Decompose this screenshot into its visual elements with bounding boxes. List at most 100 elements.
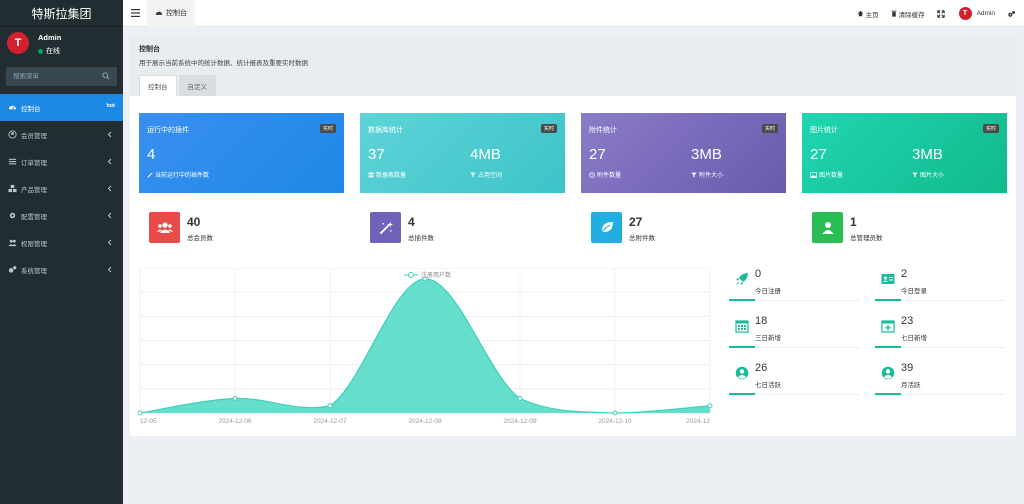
realtime-badge: 实时 bbox=[761, 124, 778, 133]
users-icon bbox=[156, 222, 173, 233]
tab-dashboard-panel[interactable]: 控制台 bbox=[139, 75, 177, 96]
image-icon bbox=[810, 171, 817, 178]
stat-label: 总会员数 bbox=[187, 235, 213, 242]
search-icon[interactable] bbox=[102, 72, 110, 80]
sidebar-item-permissions[interactable]: 权限管理 bbox=[0, 229, 123, 256]
stat-members: 40 总会员数 bbox=[149, 212, 349, 246]
home-link[interactable]: 主页 bbox=[851, 9, 885, 19]
chart-point bbox=[517, 396, 523, 401]
stat-plugins: 4 总插件数 bbox=[370, 212, 570, 246]
chevron-left-icon bbox=[107, 212, 112, 219]
calendar-plus-icon bbox=[881, 320, 895, 333]
dashboard-icon bbox=[8, 105, 17, 110]
sidebar-item-config[interactable]: 配置管理 bbox=[0, 202, 123, 229]
card-attachments: 附件统计 实时 27 3MB 附件数量 附件大小 bbox=[581, 113, 786, 193]
stat-icon-box bbox=[149, 212, 180, 243]
cogs-icon bbox=[8, 266, 17, 273]
mini-stat-today-login: 2 今日登录 bbox=[875, 266, 1005, 301]
card-plugins: 运行中的插件 实时 4 当前运行中的插件数 bbox=[139, 113, 344, 193]
expand-icon bbox=[936, 9, 945, 18]
realtime-badge: 实时 bbox=[982, 124, 999, 133]
mini-stat-label: 七日新增 bbox=[901, 335, 927, 342]
stat-value: 40 bbox=[187, 215, 201, 229]
filter-icon bbox=[912, 172, 918, 177]
hot-badge: hot bbox=[106, 103, 115, 109]
mini-stat-seven-day: 23 七日新增 bbox=[875, 313, 1005, 348]
chart-point bbox=[612, 410, 618, 416]
mini-stat-bar bbox=[875, 299, 901, 301]
user-icon bbox=[822, 222, 833, 234]
mini-stat-seven-active: 26 七日活跃 bbox=[729, 360, 859, 395]
sidebar-item-orders[interactable]: 订单管理 bbox=[0, 148, 123, 175]
menu-search-input[interactable] bbox=[13, 73, 98, 80]
mini-stat-bar bbox=[729, 346, 755, 348]
menu-toggle-icon[interactable] bbox=[131, 9, 140, 17]
sidebar-search bbox=[6, 67, 117, 86]
page-title: 控制台 bbox=[139, 46, 160, 53]
chevron-left-icon bbox=[107, 266, 112, 273]
stat-value: 1 bbox=[850, 215, 857, 229]
mini-stat-value: 23 bbox=[901, 315, 914, 327]
content-panel: 控制台 用于展示当前系统中的统计数据、统计报表及重要实时数据 控制台 自定义 运… bbox=[130, 35, 1016, 436]
user-panel: T Admin 在线 bbox=[0, 27, 123, 63]
card-title: 图片统计 bbox=[810, 127, 838, 134]
rocket-icon bbox=[736, 273, 748, 285]
leaf-icon bbox=[601, 222, 613, 233]
admin-menu[interactable]: T Admin bbox=[953, 7, 1001, 20]
calendar-icon bbox=[735, 320, 749, 333]
card-label: 图片数量 bbox=[810, 170, 843, 179]
brand-logo[interactable]: 特斯拉集团 bbox=[0, 0, 123, 27]
stat-icon-box bbox=[370, 212, 401, 243]
card-label-secondary: 附件大小 bbox=[691, 170, 723, 179]
mini-stat-label: 七日活跃 bbox=[755, 382, 781, 389]
filter-icon bbox=[470, 172, 476, 177]
chart-point bbox=[232, 396, 238, 401]
registration-area-chart: 12-05 2024-12-06 2024-12-07 2024-12-08 2024-… bbox=[138, 268, 713, 425]
mini-stat-label: 今日注册 bbox=[755, 288, 781, 295]
settings-button[interactable] bbox=[1001, 10, 1024, 18]
card-title: 附件统计 bbox=[589, 127, 617, 134]
avatar[interactable]: T bbox=[7, 32, 29, 54]
card-value-secondary: 3MB bbox=[912, 146, 943, 163]
clear-cache-button[interactable]: 清除缓存 bbox=[885, 9, 931, 19]
chevron-left-icon bbox=[107, 131, 112, 138]
user-circle-icon bbox=[881, 366, 895, 380]
stat-value: 4 bbox=[408, 215, 415, 229]
realtime-badge: 实时 bbox=[319, 124, 336, 133]
card-label: 附件数量 bbox=[589, 170, 621, 179]
sidebar-item-dashboard[interactable]: 控制台 hot bbox=[0, 94, 123, 121]
stat-icon-box bbox=[812, 212, 843, 243]
sidebar-item-members[interactable]: 会员管理 bbox=[0, 121, 123, 148]
stat-attachments: 27 总附件数 bbox=[591, 212, 791, 246]
chart-point bbox=[138, 410, 143, 416]
chart-legend-label: 注册用户数 bbox=[421, 271, 451, 279]
chart-tick-label: 2024-12-07 bbox=[313, 418, 347, 425]
tab-custom[interactable]: 自定义 bbox=[178, 75, 216, 96]
fullscreen-button[interactable] bbox=[931, 9, 953, 18]
online-dot-icon bbox=[38, 48, 43, 54]
cogs-icon bbox=[1008, 10, 1015, 17]
sidebar: 特斯拉集团 T Admin 在线 控制台 hot 会员管理 订单管理 产品管理 bbox=[0, 0, 123, 504]
stat-value: 27 bbox=[629, 215, 643, 229]
stat-icon-box bbox=[591, 212, 622, 243]
chart-tick-label: 2024-12 bbox=[686, 418, 710, 425]
mini-stat-bar bbox=[875, 393, 901, 395]
tab-dashboard[interactable]: 控制台 bbox=[147, 0, 195, 27]
mini-stat-label: 月活跃 bbox=[901, 382, 921, 389]
mini-stat-bar bbox=[875, 346, 901, 348]
chevron-left-icon bbox=[107, 239, 112, 246]
sidebar-item-system[interactable]: 系统管理 bbox=[0, 256, 123, 283]
card-label-secondary: 占用空间 bbox=[470, 170, 502, 179]
mini-stat-value: 26 bbox=[755, 362, 768, 374]
chevron-left-icon bbox=[107, 158, 112, 165]
cubes-icon bbox=[8, 184, 17, 193]
chevron-left-icon bbox=[107, 185, 112, 192]
magic-wand-icon bbox=[147, 171, 153, 178]
card-database: 数据库统计 实时 37 4MB 数据表数量 占用空间 bbox=[360, 113, 565, 193]
stat-label: 总管理员数 bbox=[850, 235, 883, 242]
panel-tabs: 控制台 自定义 bbox=[139, 75, 218, 96]
card-label-secondary: 图片大小 bbox=[912, 170, 944, 179]
chart-tick-label: 2024-12-09 bbox=[503, 418, 537, 425]
trash-icon bbox=[891, 10, 897, 17]
sidebar-item-products[interactable]: 产品管理 bbox=[0, 175, 123, 202]
